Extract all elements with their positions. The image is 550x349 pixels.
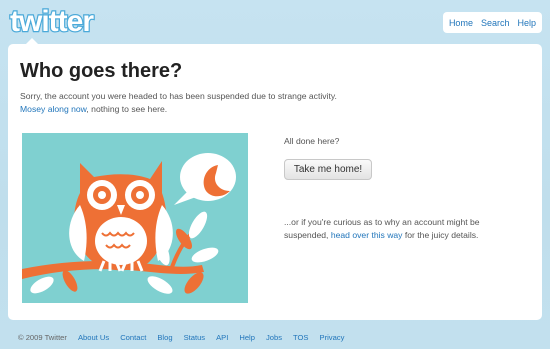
nav-help[interactable]: Help	[517, 18, 536, 28]
page-title: Who goes there?	[20, 60, 183, 82]
all-done-label: All done here?	[284, 136, 340, 146]
footer-contact[interactable]: Contact	[120, 333, 146, 342]
footer-blog[interactable]: Blog	[157, 333, 172, 342]
curious-text: ...or if you're curious as to why an acc…	[284, 216, 484, 242]
footer-about-us[interactable]: About Us	[78, 333, 109, 342]
take-me-home-button[interactable]: Take me home!	[284, 159, 372, 180]
twitter-logo[interactable]: twitter	[8, 4, 118, 38]
footer-privacy[interactable]: Privacy	[320, 333, 345, 342]
footer-help[interactable]: Help	[239, 333, 255, 342]
footer-status[interactable]: Status	[184, 333, 206, 342]
head-over-link[interactable]: head over this way	[331, 230, 403, 240]
copyright: © 2009 Twitter	[18, 333, 67, 342]
footer-tos[interactable]: TOS	[293, 333, 308, 342]
owl-illustration	[22, 133, 248, 303]
nav-search[interactable]: Search	[481, 18, 510, 28]
suspension-text: Sorry, the account you were headed to ha…	[20, 91, 337, 101]
top-nav: Home Search Help	[442, 12, 542, 33]
svg-text:twitter: twitter	[10, 5, 94, 38]
suspension-message: Sorry, the account you were headed to ha…	[20, 90, 420, 116]
mosey-suffix: , nothing to see here.	[86, 104, 168, 114]
footer-jobs[interactable]: Jobs	[266, 333, 282, 342]
nav-home[interactable]: Home	[449, 18, 473, 28]
mosey-link[interactable]: Mosey along now	[20, 104, 86, 114]
main-card: Who goes there? Sorry, the account you w…	[8, 44, 542, 320]
curious-suffix: for the juicy details.	[404, 230, 479, 240]
footer-api[interactable]: API	[216, 333, 228, 342]
footer: © 2009 Twitter About Us Contact Blog Sta…	[18, 333, 344, 342]
